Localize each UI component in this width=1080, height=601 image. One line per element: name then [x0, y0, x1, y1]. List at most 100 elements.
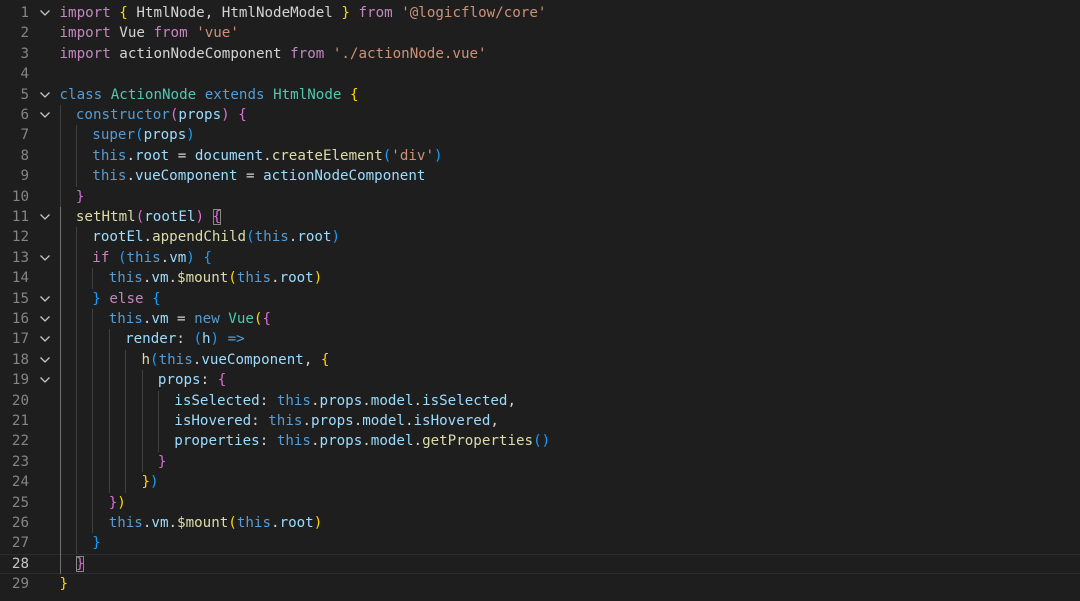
code-line[interactable]: 3 import actionNodeComponent from './acti… — [0, 44, 1080, 64]
code-line[interactable]: 5 class ActionNode extends HtmlNode { — [0, 85, 1080, 105]
code-text[interactable]: render: (h) => — [125, 329, 245, 349]
code-token: this — [236, 270, 272, 287]
code-text[interactable]: }) — [142, 472, 159, 492]
code-line[interactable]: 24}) — [0, 472, 1080, 493]
code-text[interactable]: } — [75, 554, 85, 574]
code-line[interactable]: 12 rootEl.appendChild(this.root) — [0, 227, 1080, 248]
code-text[interactable]: import { HtmlNode, HtmlNodeModel } from … — [60, 3, 547, 23]
code-text[interactable]: } — [158, 452, 167, 472]
code-text[interactable]: setHtml(rootEl) { — [76, 207, 222, 227]
code-token: import — [59, 25, 111, 42]
code-text[interactable]: class ActionNode extends HtmlNode { — [60, 85, 359, 105]
code-editor[interactable]: 1 import { HtmlNode, HtmlNodeModel } from… — [0, 0, 1080, 601]
code-line[interactable]: 19 props: { — [0, 370, 1080, 391]
code-line[interactable]: 9 this.vueComponent = actionNodeComponent — [0, 166, 1080, 187]
code-token: render — [125, 331, 177, 348]
fold-chevron-icon[interactable] — [39, 294, 51, 304]
code-token: ( — [135, 209, 145, 225]
code-text[interactable]: this.vm.$mount(this.root) — [109, 268, 323, 288]
code-text[interactable]: constructor(props) { — [76, 105, 247, 125]
code-text[interactable]: isSelected: this.props.model.isSelected, — [174, 391, 516, 411]
fold-chevron-icon[interactable] — [39, 355, 51, 365]
code-line[interactable]: 17 render: (h) => — [0, 329, 1080, 350]
fold-chevron-icon[interactable] — [39, 110, 51, 120]
code-token: root — [135, 147, 170, 164]
code-line[interactable]: 4 — [0, 64, 1080, 84]
line-number: 14 — [11, 270, 29, 287]
code-line[interactable]: 14 this.vm.$mount(this.root) — [0, 268, 1080, 289]
code-line[interactable]: 15} else { — [0, 288, 1080, 309]
code-token: ) — [186, 249, 195, 266]
line-number: 7 — [20, 127, 29, 144]
code-text[interactable]: rootEl.appendChild(this.root) — [92, 227, 340, 247]
fold-chevron-icon[interactable] — [39, 375, 51, 385]
code-token: { — [238, 107, 247, 123]
fold-chevron-icon[interactable] — [39, 314, 51, 324]
code-line[interactable]: 22 properties: this.props.model.getProper… — [0, 431, 1080, 452]
code-token: from — [153, 25, 188, 42]
indent-guide — [59, 411, 61, 432]
code-token: } — [341, 5, 350, 21]
line-number: 19 — [11, 372, 29, 389]
indent-guide — [59, 492, 61, 513]
indent-guide — [108, 472, 110, 493]
line-number: 13 — [11, 249, 29, 266]
code-text[interactable]: } — [60, 574, 69, 594]
code-line[interactable]: 6 constructor(props) { — [0, 105, 1080, 126]
line-number: 11 — [11, 209, 29, 225]
code-token: { — [203, 249, 212, 266]
indent-guide — [59, 227, 61, 248]
code-text[interactable]: }) — [109, 493, 126, 513]
code-line[interactable]: 2 import Vue from 'vue' — [0, 23, 1080, 43]
line-number: 18 — [11, 351, 29, 368]
code-text[interactable]: this.vueComponent = actionNodeComponent — [92, 166, 425, 186]
code-line[interactable]: 28} — [0, 553, 1080, 575]
code-text[interactable]: if (this.vm) { — [92, 248, 212, 268]
code-text[interactable]: import actionNodeComponent from './actio… — [60, 44, 487, 64]
code-line[interactable]: 7 super(props) — [0, 125, 1080, 146]
code-line[interactable]: 21 isHovered: this.props.model.isHovered, — [0, 411, 1080, 432]
code-token: . — [302, 413, 311, 429]
code-line[interactable]: 16 this.vm = new Vue({ — [0, 309, 1080, 330]
line-number: 10 — [11, 188, 29, 205]
fold-chevron-icon[interactable] — [39, 253, 51, 263]
code-text[interactable]: } else { — [92, 289, 160, 309]
code-line[interactable]: 25}) — [0, 492, 1080, 513]
code-line[interactable]: 10} — [0, 186, 1080, 207]
code-line[interactable]: 20 isSelected: this.props.model.isSelecte… — [0, 390, 1080, 411]
code-text[interactable]: super(props) — [92, 125, 195, 145]
fold-chevron-icon[interactable] — [39, 8, 51, 18]
code-token: rootEl — [92, 229, 144, 246]
code-text[interactable]: this.vm.$mount(this.root) — [109, 513, 323, 533]
code-line[interactable]: 11 setHtml(rootEl) { — [0, 207, 1080, 228]
code-line[interactable]: 23} — [0, 451, 1080, 473]
code-token: root — [279, 515, 314, 531]
code-text[interactable]: import Vue from 'vue' — [60, 23, 239, 43]
code-token: : — [200, 372, 218, 389]
fold-chevron-icon[interactable] — [39, 334, 51, 344]
fold-chevron-icon[interactable] — [39, 212, 51, 222]
code-line[interactable]: 8 this.root = document.createElement('div… — [0, 145, 1080, 167]
code-line[interactable]: 29} — [0, 574, 1080, 594]
code-line[interactable]: 18 h(this.vueComponent, { — [0, 349, 1080, 371]
code-text[interactable]: this.vm = new Vue({ — [109, 309, 271, 329]
indent-guide — [59, 145, 61, 167]
code-line[interactable]: 1 import { HtmlNode, HtmlNodeModel } from… — [0, 3, 1080, 23]
code-text[interactable]: h(this.vueComponent, { — [142, 350, 330, 370]
indent-guide — [92, 411, 94, 432]
code-text[interactable]: props: { — [158, 370, 226, 390]
code-line[interactable]: 26 this.vm.$mount(this.root) — [0, 513, 1080, 534]
code-text[interactable]: } — [92, 533, 101, 553]
code-text[interactable]: } — [76, 187, 85, 207]
code-text[interactable]: properties: this.props.model.getProperti… — [174, 431, 550, 451]
code-text[interactable]: this.root = document.createElement('div'… — [92, 146, 442, 166]
code-token: this — [92, 147, 127, 164]
code-line[interactable]: 27} — [0, 533, 1080, 554]
indent-guide — [108, 431, 110, 452]
fold-chevron-icon[interactable] — [39, 90, 51, 100]
code-line[interactable]: 13 if (this.vm) { — [0, 247, 1080, 269]
code-text[interactable]: isHovered: this.props.model.isHovered, — [174, 411, 499, 431]
code-token: } — [92, 535, 101, 552]
